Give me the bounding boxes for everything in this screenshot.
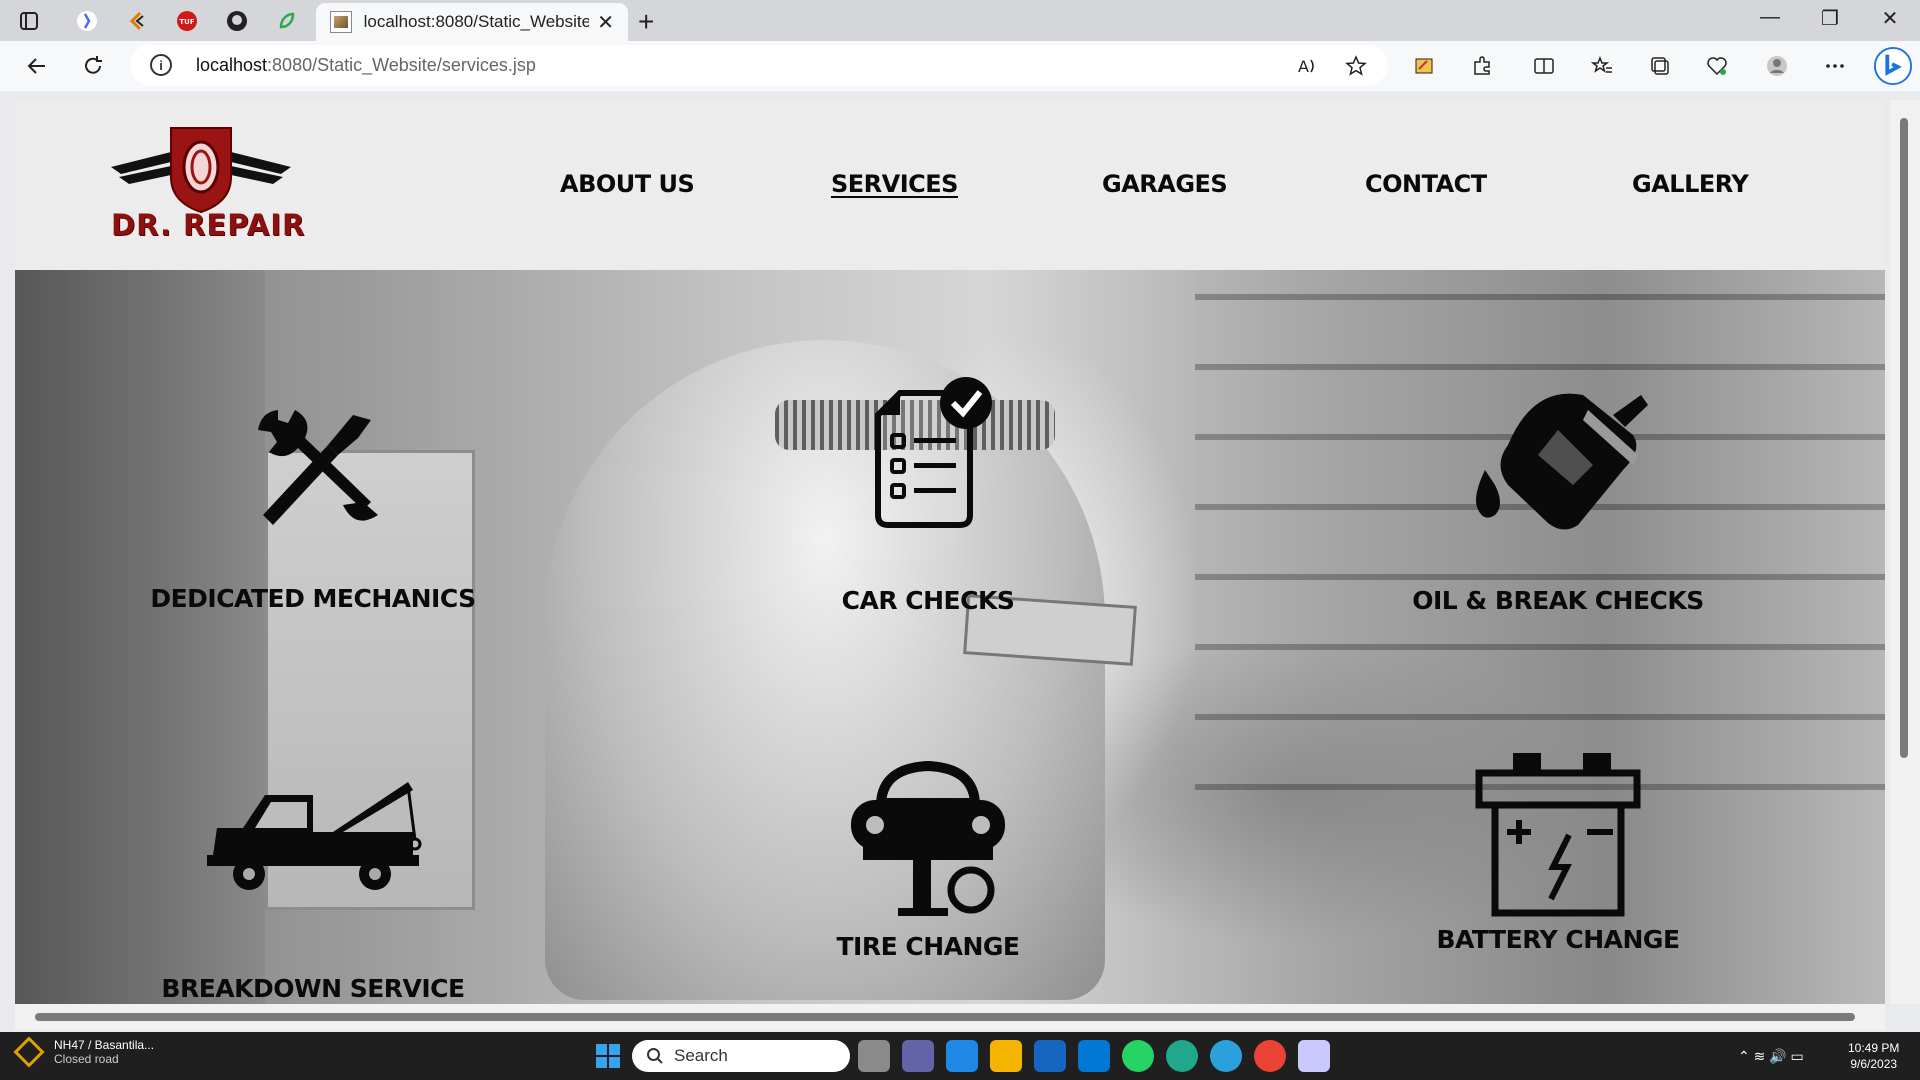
- bing-copilot-icon[interactable]: [1872, 45, 1914, 87]
- nav-contact[interactable]: CONTACT: [1365, 170, 1487, 198]
- new-tab-button[interactable]: +: [638, 6, 654, 38]
- pinned-tab-tuf-icon[interactable]: TUF: [166, 0, 208, 41]
- url-path: :8080/Static_Website/services.jsp: [267, 54, 536, 75]
- read-aloud-icon[interactable]: A: [1290, 51, 1324, 81]
- oil-can-icon: [1476, 393, 1648, 530]
- windows-taskbar: NH47 / Basantila... Closed road Search ⌃…: [0, 1032, 1920, 1080]
- nav-services[interactable]: SERVICES: [831, 170, 958, 198]
- url-host: localhost: [196, 54, 268, 75]
- tab-services[interactable]: localhost:8080/Static_Website/services.j…: [316, 3, 628, 41]
- weather-line1: NH47 / Basantila...: [54, 1038, 155, 1052]
- more-menu-icon[interactable]: [1818, 51, 1852, 81]
- nav-gallery[interactable]: GALLERY: [1632, 170, 1749, 198]
- nav-about-us[interactable]: ABOUT US: [560, 170, 695, 198]
- edge-icon[interactable]: [1166, 1040, 1198, 1072]
- clock[interactable]: 10:49 PM 9/6/2023: [1848, 1040, 1899, 1072]
- wrench-screwdriver-icon: [258, 410, 378, 525]
- service-label: DEDICATED MECHANICS: [150, 584, 476, 613]
- file-explorer-icon[interactable]: [990, 1040, 1022, 1072]
- nav-garages[interactable]: GARAGES: [1102, 170, 1228, 198]
- profile-avatar-icon[interactable]: [1760, 51, 1794, 81]
- app-icon[interactable]: [1298, 1040, 1330, 1072]
- svg-text:A: A: [1298, 57, 1309, 76]
- service-label: BREAKDOWN SERVICE: [161, 974, 465, 1003]
- search-icon: [647, 1048, 663, 1064]
- favorite-star-icon[interactable]: [1339, 51, 1373, 81]
- car-battery-icon: [1475, 753, 1641, 917]
- service-label: BATTERY CHANGE: [1436, 925, 1680, 954]
- car-lift-icon: [851, 760, 1005, 916]
- page-viewport: DR. REPAIR ABOUT US SERVICES GARAGES CON…: [15, 100, 1885, 1004]
- browser-toolbar: i localhost:8080/Static_Website/services…: [0, 41, 1920, 91]
- vertical-scrollbar[interactable]: [1890, 100, 1920, 1004]
- whatsapp-icon[interactable]: [1122, 1040, 1154, 1072]
- checklist-icon: [875, 377, 992, 528]
- svg-text:TUF: TUF: [179, 18, 194, 26]
- vertical-scrollbar-thumb[interactable]: [1900, 118, 1908, 758]
- url-text: localhost:8080/Static_Website/services.j…: [196, 55, 536, 76]
- service-car-checks[interactable]: CAR CHECKS: [668, 375, 1188, 615]
- clock-time: 10:49 PM: [1848, 1041, 1900, 1055]
- extensions-puzzle-icon[interactable]: [1465, 51, 1499, 81]
- weather-line2: Closed road: [54, 1052, 119, 1066]
- task-view-icon[interactable]: [858, 1040, 890, 1072]
- service-label: TIRE CHANGE: [836, 932, 1020, 961]
- mail-icon[interactable]: [946, 1040, 978, 1072]
- browser-tab-strip: TUF localhost:8080/Static_Website/servic…: [0, 0, 1920, 41]
- tab-favicon: [330, 11, 352, 33]
- taskbar-search-input[interactable]: Search: [632, 1040, 850, 1072]
- weather-widget[interactable]: NH47 / Basantila... Closed road: [13, 1036, 155, 1068]
- horizontal-scrollbar[interactable]: [15, 1004, 1885, 1030]
- chrome-icon[interactable]: [1254, 1040, 1286, 1072]
- site-info-icon[interactable]: i: [150, 54, 172, 76]
- services-hero-background: DEDICATED MECHANICS CAR CHECKS OIL & BRE…: [15, 270, 1885, 1004]
- address-bar[interactable]: i localhost:8080/Static_Website/services…: [130, 45, 1388, 85]
- tow-truck-icon: [207, 782, 422, 890]
- service-dedicated-mechanics[interactable]: DEDICATED MECHANICS: [53, 390, 573, 613]
- telegram-icon[interactable]: [1210, 1040, 1242, 1072]
- teams-icon[interactable]: [902, 1040, 934, 1072]
- logo-text: DR. REPAIR: [111, 208, 306, 242]
- system-tray-icons[interactable]: ⌃ ≋ 🔊 ▭: [1738, 1048, 1804, 1065]
- service-battery-change[interactable]: BATTERY CHANGE: [1298, 745, 1818, 954]
- favorites-list-icon[interactable]: [1585, 51, 1619, 81]
- site-header: DR. REPAIR ABOUT US SERVICES GARAGES CON…: [15, 100, 1885, 270]
- refresh-icon[interactable]: [76, 51, 110, 81]
- pinned-tab-2-icon[interactable]: [116, 0, 158, 41]
- horizontal-scrollbar-thumb[interactable]: [35, 1013, 1855, 1021]
- restore-button[interactable]: ❐: [1810, 6, 1850, 31]
- service-breakdown-service[interactable]: BREAKDOWN SERVICE: [53, 770, 573, 1003]
- clock-date: 9/6/2023: [1850, 1057, 1898, 1071]
- extension-notes-icon[interactable]: [1407, 51, 1441, 81]
- start-windows-icon[interactable]: [592, 1040, 624, 1072]
- service-oil-break-checks[interactable]: OIL & BREAK CHECKS: [1298, 375, 1818, 615]
- road-warning-icon: [13, 1036, 45, 1068]
- tab-title: localhost:8080/Static_Website/services.j…: [363, 12, 590, 31]
- collections-icon[interactable]: [1643, 51, 1677, 81]
- service-label: CAR CHECKS: [841, 586, 1015, 615]
- safari-like-icon[interactable]: [1034, 1040, 1066, 1072]
- tab-actions-icon[interactable]: [8, 0, 50, 41]
- pinned-tab-green-icon[interactable]: [266, 0, 308, 41]
- minimize-button[interactable]: —: [1750, 6, 1790, 29]
- vscode-icon[interactable]: [1078, 1040, 1110, 1072]
- back-icon[interactable]: [20, 51, 54, 81]
- pinned-tab-1-icon[interactable]: [66, 0, 108, 41]
- pinned-tab-github-icon[interactable]: [216, 0, 258, 41]
- split-screen-icon[interactable]: [1527, 51, 1561, 81]
- service-tire-change[interactable]: TIRE CHANGE: [668, 758, 1188, 961]
- browser-essentials-icon[interactable]: [1700, 51, 1734, 81]
- close-tab-icon[interactable]: ✕: [597, 10, 614, 35]
- service-label: OIL & BREAK CHECKS: [1412, 586, 1704, 615]
- close-window-button[interactable]: ✕: [1870, 6, 1910, 31]
- search-placeholder: Search: [674, 1046, 728, 1065]
